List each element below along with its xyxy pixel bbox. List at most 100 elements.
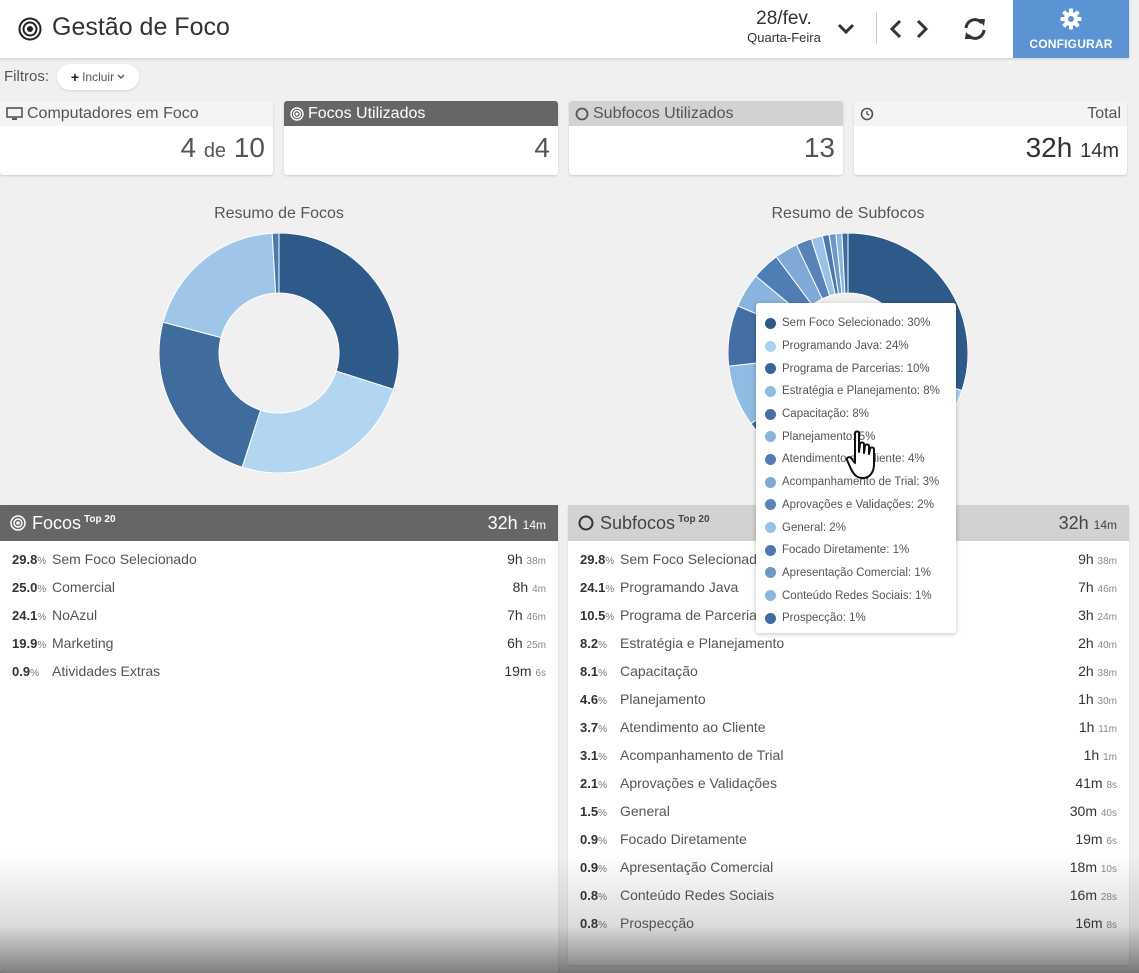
- donut-slice[interactable]: [162, 233, 277, 339]
- row-name: Aprovações e Validações: [620, 775, 777, 791]
- donut-slice[interactable]: [159, 321, 262, 468]
- row-name: Sem Foco Selecionado: [52, 551, 197, 567]
- clock-icon: [860, 107, 874, 120]
- tooltip-item: Capacitação: 8%: [756, 403, 956, 426]
- row-percent: 0.8%: [580, 887, 607, 903]
- refresh-button[interactable]: [959, 14, 991, 44]
- table-row[interactable]: 3.7% Atendimento ao Cliente 1h 11m: [568, 713, 1129, 741]
- focos-table-title: Focos: [32, 512, 82, 533]
- computers-total: 10: [233, 132, 265, 163]
- row-percent: 10.5%: [580, 607, 615, 623]
- row-percent: 0.9%: [12, 663, 39, 679]
- table-row[interactable]: 0.9% Atividades Extras 19m 6s: [0, 657, 558, 685]
- tooltip-item: Programando Java: 24%: [756, 335, 956, 358]
- configure-label: CONFIGURAR: [1029, 37, 1113, 51]
- tooltip-label: Aprovações e Validações: 2%: [782, 498, 934, 511]
- row-name: Planejamento: [620, 691, 706, 707]
- legend-dot: [765, 499, 776, 511]
- row-percent: 0.9%: [580, 831, 607, 847]
- table-row[interactable]: 0.9% Apresentação Comercial 18m 10s: [568, 853, 1129, 881]
- previous-day-button[interactable]: [884, 14, 908, 44]
- tooltip-item: General: 2%: [756, 516, 956, 539]
- date-weekday: Quarta-Feira: [747, 30, 821, 45]
- row-time: 19m 6s: [504, 663, 546, 679]
- table-row[interactable]: 4.6% Planejamento 1h 30m: [568, 685, 1129, 713]
- row-time: 1h 11m: [1078, 719, 1117, 735]
- legend-dot: [765, 408, 776, 420]
- row-name: Atividades Extras: [52, 663, 161, 679]
- focos-chart-title: Resumo de Focos: [214, 205, 344, 222]
- legend-dot: [765, 522, 776, 534]
- table-row[interactable]: 0.8% Conteúdo Redes Sociais 16m 28s: [568, 881, 1129, 909]
- subfocos-table-title: Subfocos: [600, 512, 676, 533]
- row-time: 1h 30m: [1078, 691, 1117, 707]
- row-time: 8h 4m: [512, 579, 546, 595]
- tooltip-label: Apresentação Comercial: 1%: [782, 566, 931, 579]
- tooltip-label: Programando Java: 24%: [782, 340, 909, 353]
- focos-total-m: 14m: [522, 517, 546, 532]
- focos-donut-chart[interactable]: [159, 233, 399, 473]
- focos-card: Focos Utilizados 4: [284, 101, 558, 175]
- date-main: 28/fev.: [756, 8, 812, 29]
- tooltip-item: Programa de Parcerias: 10%: [756, 357, 956, 380]
- tooltip-label: Focado Diretamente: 1%: [782, 544, 910, 557]
- row-percent: 8.2%: [580, 635, 607, 651]
- donut-slice[interactable]: [278, 233, 399, 390]
- filters-label: Filtros:: [4, 68, 49, 85]
- row-time: 41m 8s: [1075, 775, 1117, 791]
- table-row[interactable]: 8.2% Estratégia e Planejamento 2h 40m: [568, 629, 1129, 657]
- table-row[interactable]: 0.8% Prospecção 16m 8s: [568, 909, 1129, 937]
- legend-dot: [765, 590, 776, 602]
- legend-dot: [765, 453, 776, 465]
- table-row[interactable]: 2.1% Aprovações e Validações 41m 8s: [568, 769, 1129, 797]
- row-percent: 0.9%: [580, 859, 607, 875]
- subfocos-total-m: 14m: [1093, 517, 1117, 532]
- table-row[interactable]: 1.5% General 30m 40s: [568, 797, 1129, 825]
- computers-card: Computadores em Foco 4 de 10: [0, 101, 273, 175]
- total-label: Total: [1087, 104, 1121, 122]
- table-row[interactable]: 0.9% Focado Diretamente 19m 6s: [568, 825, 1129, 853]
- date-picker-button[interactable]: [834, 14, 858, 44]
- row-time: 7h 46m: [507, 607, 546, 623]
- target-icon: [290, 106, 304, 121]
- tooltip-label: Capacitação: 8%: [782, 408, 869, 421]
- row-name: Capacitação: [620, 663, 698, 679]
- header-divider: [876, 12, 877, 44]
- focos-value: 4: [534, 132, 550, 163]
- row-name: Conteúdo Redes Sociais: [620, 887, 775, 903]
- table-row[interactable]: 3.1% Acompanhamento de Trial 1h 1m: [568, 741, 1129, 769]
- row-name: Estratégia e Planejamento: [620, 635, 785, 651]
- subfocos-top-badge: Top 20: [678, 513, 710, 525]
- row-time: 9h 38m: [507, 551, 546, 567]
- table-row[interactable]: 19.9% Marketing 6h 25m: [0, 629, 558, 657]
- next-day-button[interactable]: [910, 14, 934, 44]
- row-name: Prospecção: [620, 915, 694, 931]
- table-row[interactable]: 8.1% Capacitação 2h 38m: [568, 657, 1129, 685]
- tooltip-label: Sem Foco Selecionado: 30%: [782, 317, 931, 330]
- legend-dot: [765, 544, 776, 556]
- row-name: Focado Diretamente: [620, 831, 747, 847]
- tooltip-label: General: 2%: [782, 521, 846, 534]
- date-display[interactable]: 28/fev. Quarta-Feira: [738, 8, 830, 46]
- donut-slice[interactable]: [241, 370, 395, 473]
- table-row[interactable]: 29.8% Sem Foco Selecionado 9h 38m: [0, 545, 558, 573]
- row-percent: 3.7%: [580, 719, 607, 735]
- row-name: Atendimento ao Cliente: [620, 719, 766, 735]
- configure-button[interactable]: CONFIGURAR: [1013, 0, 1129, 58]
- tooltip-item: Prospecção: 1%: [756, 607, 956, 630]
- row-percent: 4.6%: [580, 691, 607, 707]
- row-time: 19m 6s: [1075, 831, 1117, 847]
- row-percent: 19.9%: [12, 635, 47, 651]
- add-filter-button[interactable]: + Incluir: [57, 64, 139, 90]
- legend-dot: [765, 317, 776, 329]
- table-row[interactable]: 25.0% Comercial 8h 4m: [0, 573, 558, 601]
- focos-total-h: 32h: [487, 512, 518, 533]
- row-percent: 0.8%: [580, 915, 607, 931]
- target-icon: [10, 515, 26, 531]
- legend-dot: [765, 612, 776, 624]
- table-row[interactable]: 24.1% NoAzul 7h 46m: [0, 601, 558, 629]
- focos-top-badge: Top 20: [84, 513, 116, 525]
- row-time: 3h 24m: [1078, 607, 1117, 623]
- circle-icon: [578, 515, 594, 531]
- tooltip-item: Sem Foco Selecionado: 30%: [756, 312, 956, 335]
